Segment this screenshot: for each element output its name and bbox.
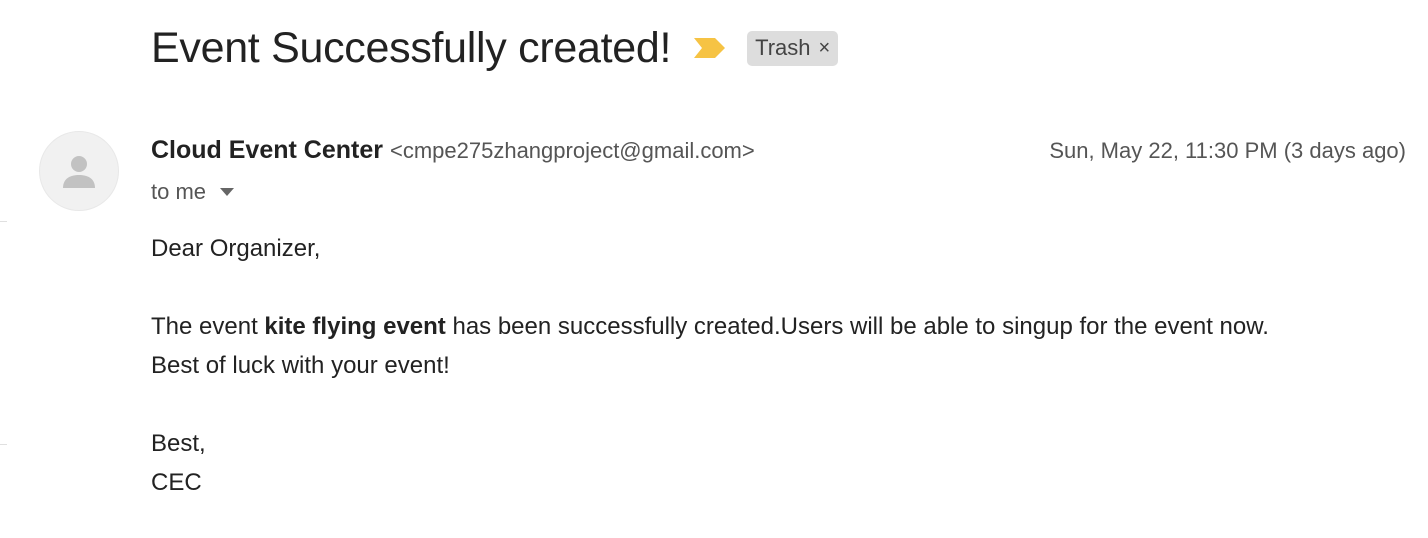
signature: CEC bbox=[151, 469, 202, 496]
body-paragraph: The event kite flying event has been suc… bbox=[151, 307, 1411, 346]
person-icon bbox=[63, 156, 95, 188]
recipients-row: to me bbox=[151, 177, 235, 207]
label-important-icon[interactable] bbox=[693, 36, 727, 60]
email-body: Dear Organizer, The event kite flying ev… bbox=[151, 229, 1411, 502]
show-details-dropdown-icon[interactable] bbox=[220, 188, 235, 196]
sender-row: Cloud Event Center <cmpe275zhangproject@… bbox=[151, 136, 755, 168]
sender-name[interactable]: Cloud Event Center bbox=[151, 136, 383, 165]
remove-label-button[interactable]: × bbox=[819, 37, 831, 60]
body-text-prefix: The event bbox=[151, 313, 265, 340]
trash-label-chip: Trash × bbox=[747, 30, 839, 66]
subject-row: Event Successfully created! Trash × bbox=[151, 22, 839, 74]
sender-avatar[interactable] bbox=[39, 131, 119, 211]
label-text: Trash bbox=[755, 35, 811, 60]
email-date: Sun, May 22, 11:30 PM (3 days ago) bbox=[1049, 138, 1406, 163]
body-text-suffix: has been successfully created.Users will… bbox=[445, 313, 1269, 340]
recipients-label: to me bbox=[151, 179, 207, 204]
signoff: Best, bbox=[151, 430, 206, 457]
greeting: Dear Organizer, bbox=[151, 235, 321, 262]
body-line-2: Best of luck with your event! bbox=[151, 352, 450, 379]
sender-email: <cmpe275zhangproject@gmail.com> bbox=[389, 138, 755, 163]
email-subject: Event Successfully created! bbox=[151, 24, 672, 72]
divider-mark bbox=[0, 444, 7, 445]
email-view: Event Successfully created! Trash × Clou… bbox=[0, 0, 1428, 538]
divider-mark bbox=[0, 221, 7, 222]
event-name: kite flying event bbox=[264, 313, 446, 340]
